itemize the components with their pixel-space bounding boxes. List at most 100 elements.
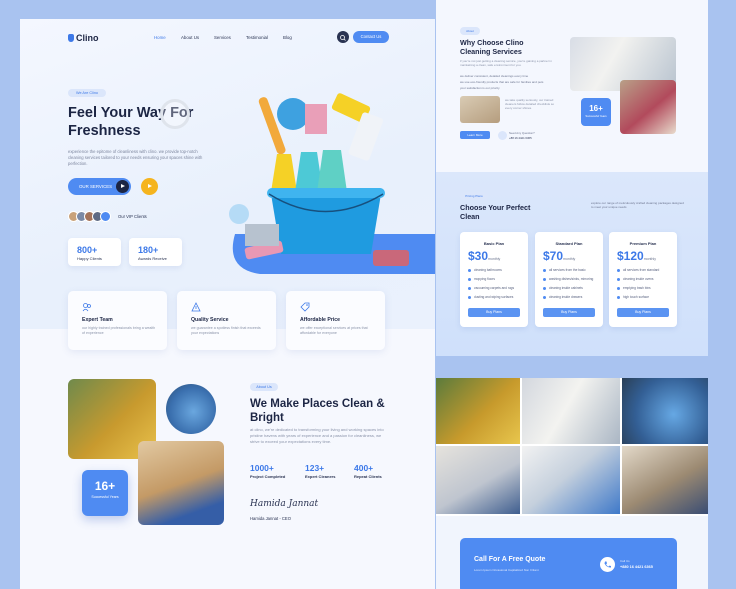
- plan-card-standard: Standard Plan $70monthly all services fr…: [535, 232, 603, 327]
- about-stat-label: Project Completed: [250, 474, 286, 479]
- about-pill: About Us: [250, 383, 278, 391]
- quote-phone: +880 16 4421 6365: [620, 565, 653, 569]
- plan-feature: high touch surface: [617, 295, 675, 304]
- plan-price: $30monthly: [468, 249, 500, 263]
- photo-living-room: [460, 96, 500, 123]
- years-label: Successful Years: [585, 114, 607, 118]
- photo-glove-wiping: [166, 384, 216, 434]
- feature-title: Quality Service: [191, 317, 229, 323]
- free-quote-banner: Call For A Free Quote Lorem Ipsum Occasi…: [460, 538, 677, 589]
- our-services-label: OUR SERVICES: [79, 184, 113, 189]
- play-video-button[interactable]: [141, 178, 158, 195]
- logo-text: Clino: [76, 33, 99, 43]
- plan-feature: cleaning inside ovens: [617, 277, 675, 286]
- nav-services[interactable]: Services: [214, 35, 231, 40]
- plan-feature: washing dishes/sinks, mirroring: [543, 277, 601, 286]
- gallery-photo-glove-cleaning: [436, 378, 520, 444]
- logo[interactable]: Clino: [68, 33, 99, 43]
- quote-description: Lorem Ipsum Occasional Capitalized Non I…: [474, 568, 539, 572]
- cleaning-bucket-illustration: [229, 93, 435, 274]
- gallery-photo-wiping: [622, 378, 708, 444]
- gallery-photo-mopping: [522, 378, 620, 444]
- gallery-photo-spray: [522, 446, 620, 514]
- plan-feature: dusting and wiping surfaces: [468, 295, 526, 304]
- plan-card-basic: Basic Plan $30monthly cleaning bathrooms…: [460, 232, 528, 327]
- feature-card-affordable-price: Affordable Price we offer exceptional se…: [286, 291, 385, 350]
- arrow-icon: [116, 180, 129, 193]
- price-tag-icon: [300, 302, 310, 312]
- bubble-decoration: [160, 99, 190, 129]
- feature-description: we offer exceptional services at prices …: [300, 326, 368, 335]
- feature-description: we guarantee a spotless finish that exce…: [191, 326, 261, 335]
- plan-name: Basic Plan: [483, 241, 505, 246]
- why-pill: About: [460, 27, 480, 35]
- search-button[interactable]: [337, 31, 349, 43]
- about-title: We Make Places Clean & Bright: [250, 398, 385, 424]
- gallery-photo-floor: [622, 446, 708, 514]
- plans-pill: Pricing Plans: [460, 192, 488, 200]
- plan-price: $70monthly: [543, 249, 575, 263]
- nav-blog[interactable]: Blog: [283, 35, 292, 40]
- gallery-section: [436, 378, 708, 516]
- plan-feature: cleaning inside drawers: [543, 295, 601, 304]
- buy-plan-button[interactable]: Buy Plans: [543, 308, 595, 317]
- why-bullet: your satisfaction is our priority: [460, 86, 500, 90]
- phone-call-button[interactable]: [600, 557, 615, 572]
- ceo-signature: Hamida Jannat: [250, 499, 319, 509]
- hero-description: experience the epitome of cleanliness wi…: [68, 149, 203, 167]
- contact-us-button[interactable]: Contact Us: [353, 31, 389, 43]
- why-phone-label: Need Any Question?: [509, 131, 535, 135]
- hero-title: Feel Your Way For Freshness: [68, 105, 194, 139]
- nav-home[interactable]: Home: [154, 35, 166, 40]
- our-services-button[interactable]: OUR SERVICES: [68, 178, 131, 195]
- plans-title: Choose Your Perfect Clean: [460, 203, 531, 221]
- plan-price-value: $30: [468, 249, 489, 263]
- about-stat-value: 400+: [354, 463, 374, 473]
- about-description: at clino, we're dedicated to transformin…: [250, 427, 384, 444]
- plan-feature: mopping floors: [468, 277, 526, 286]
- logo-mark-icon: [68, 34, 74, 42]
- why-description: if you're not just getting a cleaning se…: [460, 59, 552, 68]
- about-stat-value: 123+: [305, 463, 325, 473]
- plan-feature: all services from standard: [617, 268, 675, 277]
- lower-background: [20, 329, 435, 589]
- years-label: Successful Years: [91, 495, 119, 499]
- plan-feature: cleaning inside cabinets: [543, 286, 601, 295]
- about-stat-value: 1000+: [250, 463, 274, 473]
- nav-about[interactable]: About Us: [181, 35, 199, 40]
- years-value: 16+: [589, 104, 603, 113]
- why-title: Why Choose Clino Cleaning Services: [460, 38, 524, 56]
- avatar-more: [100, 211, 111, 222]
- stat-label: Happy Clients: [77, 256, 102, 261]
- photo-cleaner-smiling: [620, 80, 676, 134]
- vip-client-avatars: [68, 211, 116, 222]
- nav-testimonial[interactable]: Testimonial: [246, 35, 268, 40]
- learn-more-button[interactable]: Learn More: [460, 131, 490, 139]
- why-years-badge: 16+ Successful Years: [581, 98, 611, 126]
- search-icon: [340, 35, 346, 41]
- quality-icon: [191, 302, 201, 312]
- plan-period: monthly: [488, 257, 501, 261]
- stat-card-happy-clients: 800+ Happy Clients: [68, 238, 121, 266]
- plans-description: explore our range of meticulously crafte…: [591, 201, 684, 210]
- why-side-text: we take quality seriously, our trained c…: [505, 98, 555, 111]
- buy-plan-button[interactable]: Buy Plans: [617, 308, 669, 317]
- hero-pill: We Are Clino: [68, 89, 106, 97]
- buy-plan-button[interactable]: Buy Plans: [468, 308, 520, 317]
- quote-phone-label: Call Us: [620, 559, 630, 563]
- team-icon: [82, 303, 91, 312]
- stat-card-awards: 180+ Awards Receive: [129, 238, 182, 266]
- landing-page: Clino Home About Us Services Testimonial…: [20, 19, 435, 589]
- stat-value: 180+: [138, 245, 159, 255]
- feature-card-quality-service: Quality Service we guarantee a spotless …: [177, 291, 276, 350]
- pricing-section: Pricing Plans Choose Your Perfect Clean …: [436, 172, 708, 356]
- plan-name: Standard Plan: [555, 241, 583, 246]
- plan-feature: emptying trash bins: [617, 286, 675, 295]
- play-icon: [148, 184, 152, 188]
- plan-period: monthly: [563, 257, 576, 261]
- stat-label: Awards Receive: [138, 256, 167, 261]
- phone-icon: [604, 561, 611, 568]
- feature-card-expert-team: Expert Team our highly trained professio…: [68, 291, 167, 350]
- feature-title: Expert Team: [82, 317, 113, 323]
- plan-price-value: $120: [617, 249, 644, 263]
